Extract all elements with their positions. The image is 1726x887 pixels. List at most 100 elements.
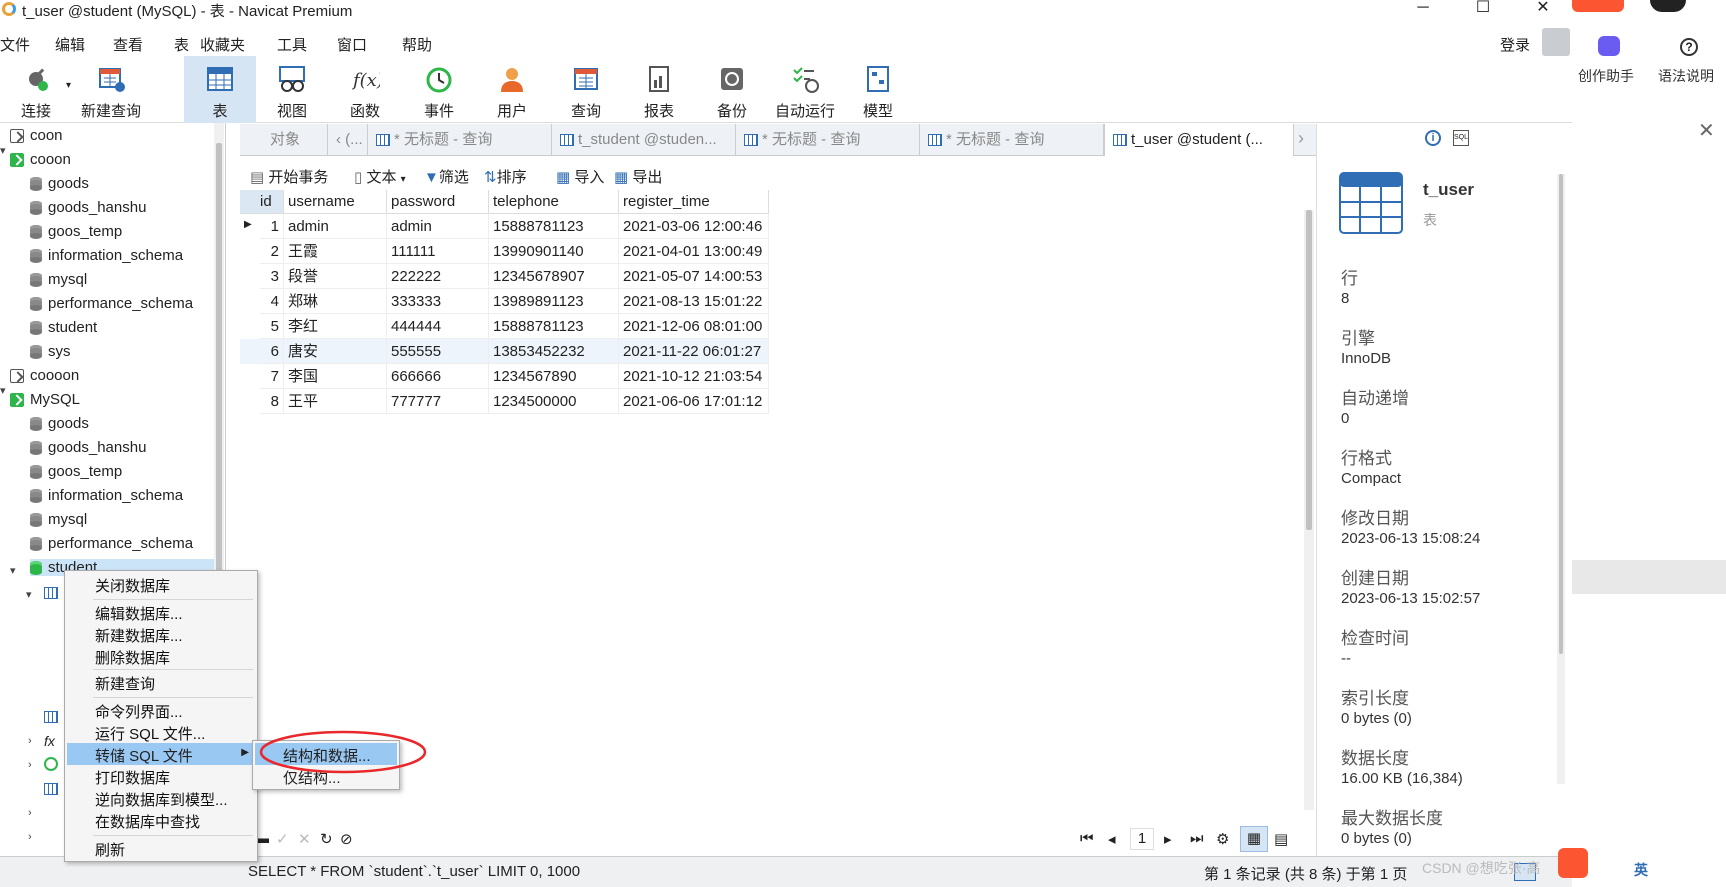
stop-icon[interactable]: ⊘ — [340, 830, 353, 848]
column-header-username[interactable]: username — [284, 190, 387, 214]
sort-button[interactable]: ⇅排序 — [484, 166, 527, 187]
last-page-icon[interactable]: ⏭ — [1190, 830, 1204, 847]
menu-view[interactable]: 查看 — [113, 34, 143, 55]
prev-page-icon[interactable]: ◂ — [1108, 830, 1116, 848]
events-button[interactable]: 事件 — [403, 56, 475, 123]
info-scrollbar[interactable] — [1557, 174, 1565, 784]
menu-file[interactable]: 文件 — [0, 34, 30, 55]
tree-connection[interactable]: cooon — [10, 151, 71, 168]
tab-query[interactable]: * 无标题 - 查询 — [736, 124, 920, 156]
login-link[interactable]: 登录 — [1500, 34, 1530, 55]
chevron-down-icon[interactable]: ▾ — [10, 564, 16, 577]
menu-table[interactable]: 表 — [174, 34, 189, 55]
functions-button[interactable]: f(x) 函数 — [329, 56, 401, 123]
apply-icon[interactable]: ✓ — [276, 830, 289, 848]
tab-query[interactable]: * 无标题 - 查询 — [368, 124, 552, 156]
menu-edit[interactable]: 编辑 — [55, 34, 85, 55]
tab-scroll-right-icon[interactable]: › — [1298, 128, 1304, 149]
menu-new-database[interactable]: 新建数据库... — [95, 625, 183, 646]
chevron-right-icon[interactable]: › — [28, 807, 32, 819]
maximize-icon[interactable]: ☐ — [1460, 0, 1506, 20]
tree-connection[interactable]: MySQL — [10, 391, 80, 408]
chevron-right-icon[interactable]: › — [28, 759, 32, 771]
tree-database[interactable]: goos_temp — [30, 223, 122, 240]
filter-button[interactable]: ▼筛选 — [424, 166, 469, 187]
creator-assistant-label[interactable]: 创作助手 — [1578, 66, 1634, 86]
tree-database[interactable]: mysql — [30, 511, 87, 528]
menu-run-sql-file[interactable]: 运行 SQL 文件... — [95, 723, 205, 744]
tree-database[interactable]: goos_temp — [30, 463, 122, 480]
menu-reverse-to-model[interactable]: 逆向数据库到模型... — [95, 789, 228, 810]
connect-dropdown-icon[interactable]: ▾ — [66, 80, 71, 91]
begin-transaction-button[interactable]: ▤ 开始事务 — [250, 166, 328, 187]
table-row[interactable]: 6 唐安 555555 13853452232 2021-11-22 06:01… — [240, 339, 769, 364]
page-number-input[interactable]: 1 — [1130, 828, 1154, 850]
tab-t-student[interactable]: t_student @studen... — [552, 124, 736, 156]
refresh-icon[interactable]: ↻ — [320, 830, 333, 848]
menu-print-database[interactable]: 打印数据库 — [95, 767, 170, 788]
tree-database[interactable]: performance_schema — [30, 295, 193, 312]
menu-edit-database[interactable]: 编辑数据库... — [95, 603, 183, 624]
avatar[interactable] — [1542, 28, 1570, 56]
tab-truncated[interactable]: ‹ (... — [328, 124, 368, 156]
views-button[interactable]: 视图 — [256, 56, 328, 123]
tree-database[interactable]: student — [30, 319, 97, 336]
column-header-id[interactable]: id — [240, 190, 284, 214]
ddl-icon[interactable]: SQL — [1453, 130, 1469, 146]
ime-indicator[interactable]: 英 — [1634, 860, 1648, 880]
assistant-robot-icon[interactable] — [1598, 36, 1620, 56]
grid-scrollbar[interactable] — [1304, 210, 1314, 810]
discard-icon[interactable]: ✕ — [298, 830, 311, 848]
form-view-icon[interactable]: ▤ — [1274, 830, 1288, 848]
import-button[interactable]: ▦ 导入 — [556, 166, 604, 187]
menu-new-query[interactable]: 新建查询 — [95, 673, 155, 694]
tree-database[interactable]: sys — [30, 343, 71, 360]
tree-database[interactable]: performance_schema — [30, 535, 193, 552]
close-window-icon[interactable]: ✕ — [1520, 0, 1566, 20]
tables-button[interactable]: 表 — [184, 56, 256, 123]
minimize-icon[interactable]: ─ — [1400, 0, 1446, 20]
text-button[interactable]: ▯ 文本 ▾ — [354, 166, 406, 187]
next-page-icon[interactable]: ▸ — [1164, 830, 1172, 848]
first-page-icon[interactable]: ⏮ — [1080, 830, 1094, 847]
menu-find-in-database[interactable]: 在数据库中查找 — [95, 811, 200, 832]
menu-tools[interactable]: 工具 — [277, 34, 307, 55]
tree-database[interactable]: goods_hanshu — [30, 199, 146, 216]
help-icon[interactable]: ? — [1680, 38, 1698, 56]
column-header-password[interactable]: password — [387, 190, 489, 214]
tab-objects[interactable]: 对象 — [240, 124, 328, 156]
info-icon[interactable]: i — [1425, 130, 1441, 146]
automation-button[interactable]: 自动运行 — [768, 56, 842, 123]
reports-button[interactable]: 报表 — [623, 56, 695, 123]
tree-database[interactable]: goods — [30, 175, 89, 192]
menu-refresh[interactable]: 刷新 — [95, 839, 125, 860]
avatar[interactable] — [1650, 0, 1686, 12]
tree-database[interactable]: mysql — [30, 271, 87, 288]
grid-view-icon[interactable]: ▦ — [1240, 826, 1268, 852]
grammar-help-label[interactable]: 语法说明 — [1658, 66, 1714, 86]
chevron-down-icon[interactable]: ▾ — [26, 588, 32, 601]
queries-button[interactable]: 查询 — [550, 56, 622, 123]
tab-query[interactable]: * 无标题 - 查询 — [920, 124, 1104, 156]
menu-dump-sql-file[interactable]: 转储 SQL 文件 ▶ — [67, 743, 255, 765]
column-header-telephone[interactable]: telephone — [489, 190, 619, 214]
new-query-button[interactable]: 新建查询 — [76, 56, 146, 123]
connect-button[interactable]: 连接 — [0, 56, 72, 123]
chevron-down-icon[interactable]: ▾ — [0, 144, 6, 157]
close-panel-icon[interactable]: ✕ — [1698, 118, 1715, 143]
tree-connection[interactable]: coooon — [10, 367, 79, 384]
users-button[interactable]: 用户 — [476, 56, 548, 123]
tree-database[interactable]: information_schema — [30, 487, 183, 504]
menu-favorites[interactable]: 收藏夹 — [200, 34, 245, 55]
model-button[interactable]: 模型 — [842, 56, 914, 123]
tree-database[interactable]: goods — [30, 415, 89, 432]
menu-close-database[interactable]: 关闭数据库 — [95, 575, 170, 596]
grid-scrollbar-thumb[interactable] — [1306, 210, 1312, 530]
menu-delete-database[interactable]: 删除数据库 — [95, 647, 170, 668]
export-button[interactable]: ▦ 导出 — [614, 166, 662, 187]
chevron-down-icon[interactable]: ▾ — [0, 384, 6, 397]
backup-button[interactable]: 备份 — [696, 56, 768, 123]
tree-database[interactable]: goods_hanshu — [30, 439, 146, 456]
settings-gear-icon[interactable]: ⚙ — [1216, 830, 1229, 848]
chevron-right-icon[interactable]: › — [28, 831, 32, 843]
